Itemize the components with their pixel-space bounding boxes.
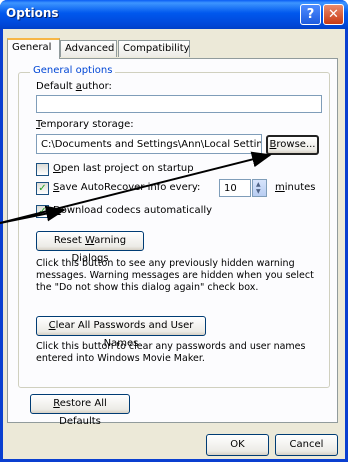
- annotation-arrows: [0, 151, 272, 224]
- tab-general[interactable]: General: [7, 38, 60, 59]
- pointer-arrow-to-browse: [0, 151, 272, 224]
- pointer-arrow-to-codecs: [0, 205, 66, 224]
